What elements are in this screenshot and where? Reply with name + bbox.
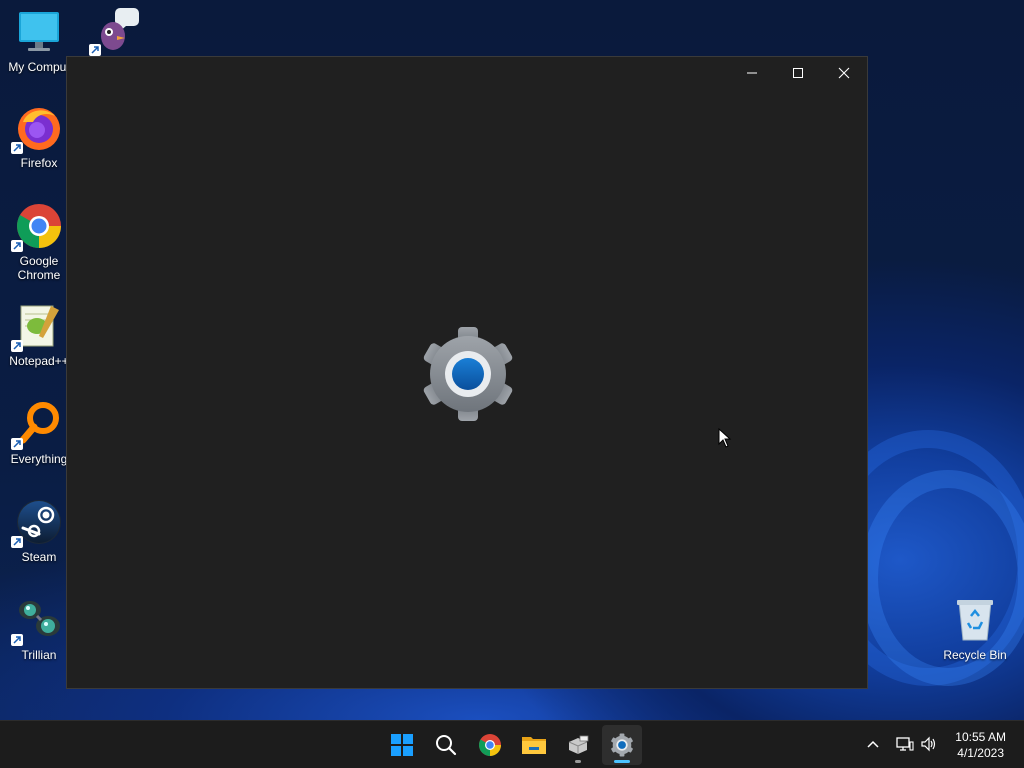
chevron-up-icon xyxy=(867,740,879,748)
chrome-icon xyxy=(479,734,501,756)
shortcut-arrow-icon xyxy=(89,44,101,56)
volume-icon xyxy=(921,736,936,752)
recycle-bin-icon xyxy=(951,596,999,644)
clock[interactable]: 10:55 AM 4/1/2023 xyxy=(955,729,1006,761)
desktop-icon-label: Everything xyxy=(10,452,68,466)
mouse-cursor-icon xyxy=(718,427,732,448)
close-icon xyxy=(838,67,850,79)
minimize-icon xyxy=(747,72,757,74)
start-button[interactable] xyxy=(382,725,422,765)
everything-icon xyxy=(11,400,63,450)
clock-time: 10:55 AM xyxy=(955,730,1006,744)
shortcut-arrow-icon xyxy=(11,438,23,450)
app-box-icon xyxy=(568,735,589,754)
taskbar: 10:55 AM 4/1/2023 xyxy=(0,720,1024,768)
settings-gear-icon xyxy=(419,325,517,423)
shortcut-arrow-icon xyxy=(11,142,23,154)
close-button[interactable] xyxy=(821,57,867,89)
desktop-icon-recycle-bin[interactable]: Recycle Bin xyxy=(936,596,1014,662)
desktop-icon-label: Recycle Bin xyxy=(943,648,1007,662)
show-hidden-icons-button[interactable] xyxy=(862,733,884,755)
network-button[interactable] xyxy=(894,733,916,755)
file-explorer-button[interactable] xyxy=(514,725,554,765)
active-indicator xyxy=(614,760,630,763)
folder-icon xyxy=(522,737,546,754)
running-indicator xyxy=(575,760,581,763)
desktop-icon-label: Firefox xyxy=(20,156,58,170)
notepadpp-icon xyxy=(11,302,63,352)
chrome-icon xyxy=(11,202,63,252)
shortcut-arrow-icon xyxy=(11,536,23,548)
search-icon xyxy=(436,735,457,756)
windows-logo-icon xyxy=(391,734,413,756)
monitor-icon xyxy=(15,8,63,56)
taskbar-settings-button[interactable] xyxy=(602,725,642,765)
search-button[interactable] xyxy=(426,725,466,765)
firefox-icon xyxy=(11,104,63,154)
pidgin-icon xyxy=(89,6,141,56)
desktop-icon-label: Notepad++ xyxy=(9,354,69,368)
desktop-icon-label: Steam xyxy=(21,550,57,564)
volume-button[interactable] xyxy=(918,733,940,755)
maximize-button[interactable] xyxy=(775,57,821,89)
shortcut-arrow-icon xyxy=(11,340,23,352)
desktop-icon-label: My Comput xyxy=(8,60,70,74)
minimize-button[interactable] xyxy=(729,57,775,89)
desktop: My Comput Firefox Google Chrome Notepad+… xyxy=(0,0,1024,768)
taskbar-chrome-button[interactable] xyxy=(470,725,510,765)
maximize-icon xyxy=(793,68,803,78)
shortcut-arrow-icon xyxy=(11,240,23,252)
shortcut-arrow-icon xyxy=(11,634,23,646)
settings-window[interactable] xyxy=(66,56,868,689)
clock-date: 4/1/2023 xyxy=(957,746,1004,760)
taskbar-app-button[interactable] xyxy=(558,725,598,765)
trillian-icon xyxy=(11,596,63,646)
desktop-icon-label: Trillian xyxy=(21,648,57,662)
steam-icon xyxy=(11,498,63,548)
network-icon xyxy=(896,737,914,751)
desktop-icon-pidgin[interactable] xyxy=(78,6,156,58)
settings-gear-icon xyxy=(611,733,633,757)
